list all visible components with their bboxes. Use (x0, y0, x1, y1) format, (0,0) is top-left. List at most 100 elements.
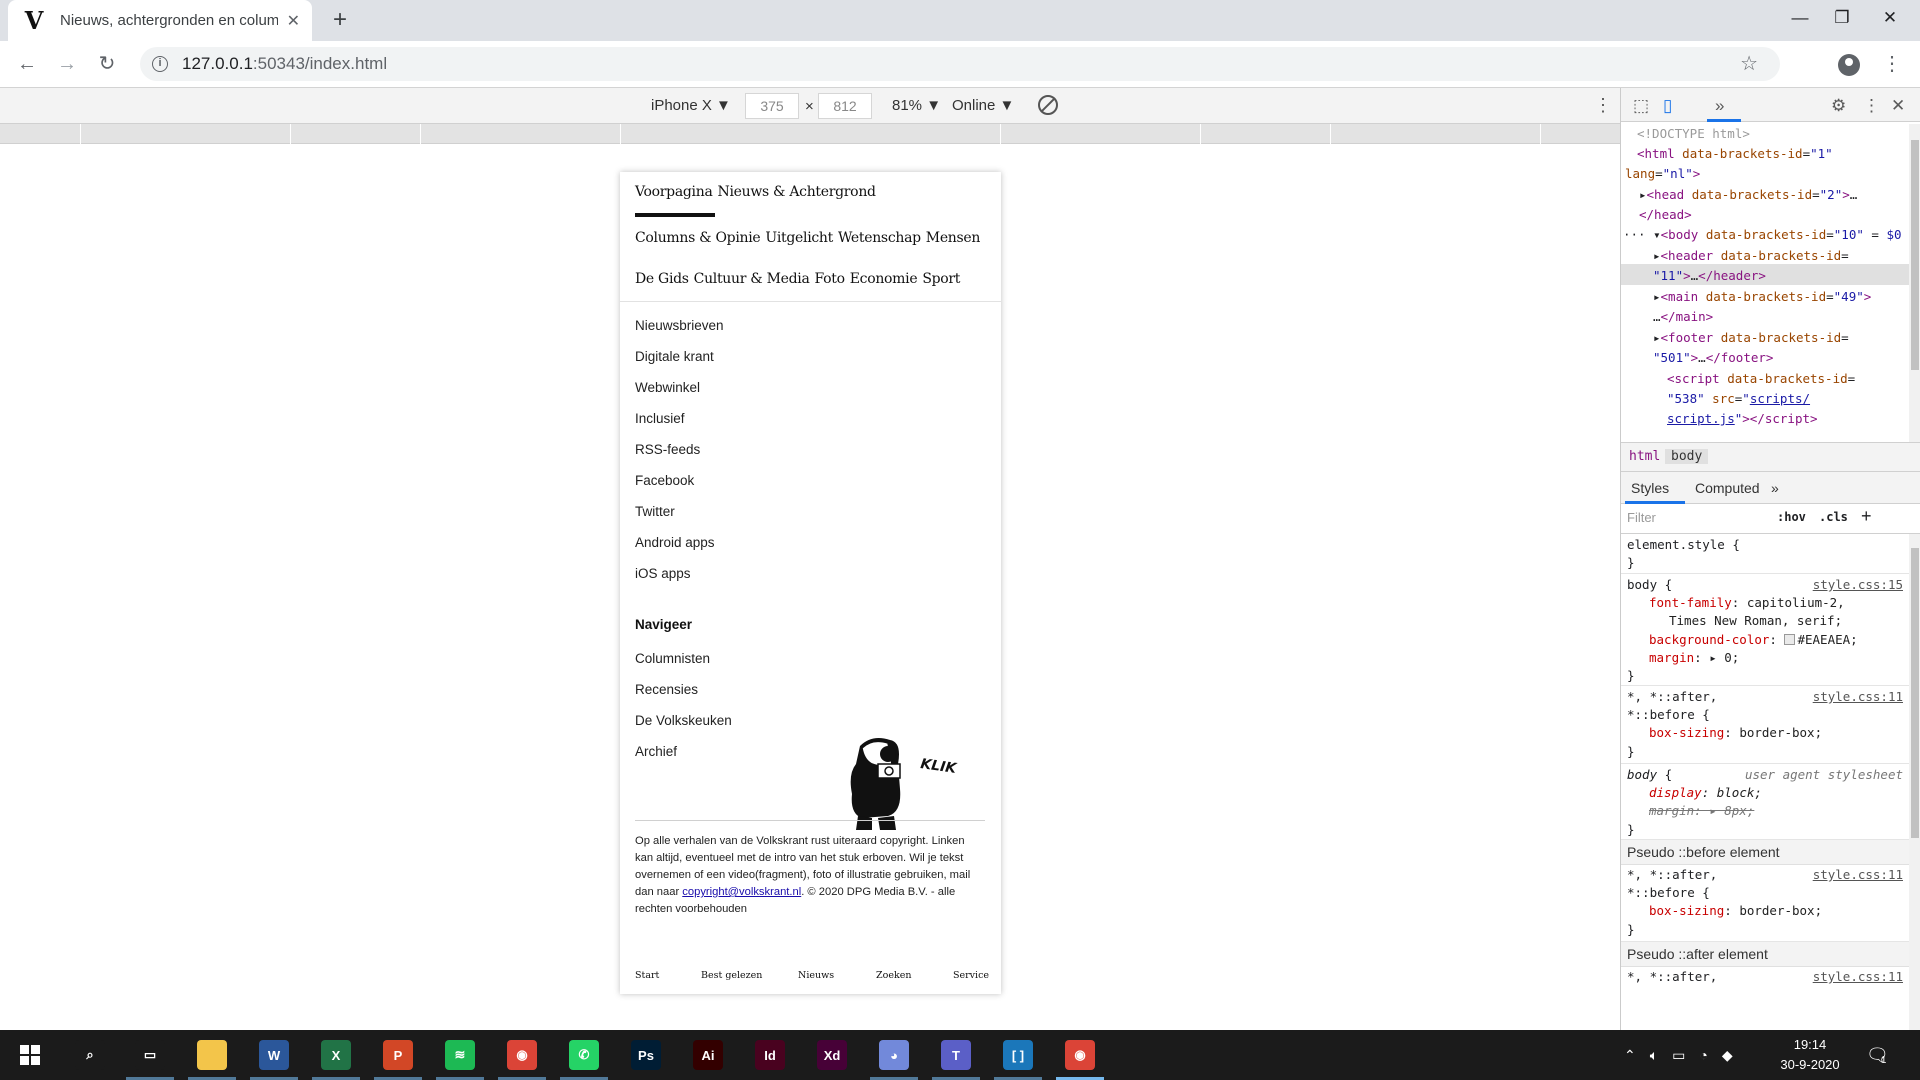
taskbar-clock[interactable]: 19:14 30-9-2020 (1770, 1035, 1850, 1075)
link-de-volkskeuken[interactable]: De Volkskeuken (635, 713, 732, 744)
taskbar-whatsapp-button[interactable]: ✆ (554, 1030, 614, 1080)
taskbar-photoshop-button[interactable]: Ps (616, 1030, 676, 1080)
script-node[interactable]: <script data-brackets-id= (1667, 369, 1855, 390)
device-toolbar-menu-icon[interactable]: ⋮ (1594, 95, 1612, 116)
cls-toggle[interactable]: .cls (1819, 510, 1848, 524)
taskbar-brackets-button[interactable]: [ ] (988, 1030, 1048, 1080)
header-node[interactable]: ▸<header data-brackets-id= (1653, 246, 1849, 267)
wifi-icon[interactable]: ◔ (1699, 1047, 1707, 1063)
bottom-nav-start[interactable]: Start (635, 970, 659, 981)
more-tabs-chevron-icon[interactable]: » (1715, 96, 1724, 116)
pseudo-before-rule[interactable]: *, *::after, style.css:11 *::before { bo… (1621, 864, 1909, 942)
body-node[interactable]: ··· ▾<body data-brackets-id="10" = $0 (1623, 225, 1902, 246)
bottom-nav-zoeken[interactable]: Zoeken (876, 970, 911, 981)
zoom-select[interactable]: 81% ▼ (892, 97, 941, 114)
address-bar[interactable]: i 127.0.0.1:50343/index.html ☆ (140, 47, 1780, 81)
nav-economie[interactable]: Economie (850, 271, 918, 287)
dropbox-icon[interactable]: ◆ (1722, 1047, 1733, 1064)
taskbar-spotify-button[interactable]: ≋ (430, 1030, 490, 1080)
browser-menu-icon[interactable]: ⋮ (1882, 51, 1902, 77)
start-button[interactable] (0, 1030, 60, 1080)
hov-toggle[interactable]: :hov (1777, 510, 1806, 524)
link-nieuwsbrieven[interactable]: Nieuwsbrieven (635, 318, 724, 349)
taskbar-illustrator-button[interactable]: Ai (678, 1030, 738, 1080)
viewport-height-input[interactable]: 812 (818, 93, 872, 119)
device-select[interactable]: iPhone X ▼ (651, 97, 731, 114)
head-node[interactable]: ▸<head data-brackets-id="2">… (1639, 185, 1857, 206)
copyright-email-link[interactable]: copyright@volkskrant.nl (682, 886, 801, 898)
breadcrumb-html[interactable]: html (1623, 449, 1666, 464)
reload-icon[interactable]: ↻ (92, 49, 122, 79)
color-swatch-icon[interactable] (1784, 633, 1796, 645)
media-query-ruler[interactable] (0, 124, 1620, 144)
footer-node[interactable]: ▸<footer data-brackets-id= (1653, 328, 1849, 349)
universal-box-sizing-rule[interactable]: *, *::after, style.css:11 *::before { bo… (1621, 686, 1909, 764)
taskbar-word-button[interactable]: W (244, 1030, 304, 1080)
elements-scrollbar[interactable] (1909, 124, 1920, 442)
nav-uitgelicht[interactable]: Uitgelicht (765, 230, 833, 246)
close-window-button[interactable]: ✕ (1860, 0, 1920, 36)
battery-icon[interactable]: ▭ (1672, 1047, 1685, 1064)
link-twitter[interactable]: Twitter (635, 504, 724, 535)
body-style-rule[interactable]: body { style.css:15 font-family: capitol… (1621, 574, 1909, 686)
back-arrow-icon[interactable]: ← (12, 49, 42, 79)
nav-mensen[interactable]: Mensen (926, 230, 981, 246)
nav-wetenschap[interactable]: Wetenschap (838, 230, 921, 246)
profile-avatar-icon[interactable] (1838, 54, 1860, 76)
link-webwinkel[interactable]: Webwinkel (635, 380, 724, 411)
taskbar-chrome-button[interactable]: ◉ (492, 1030, 552, 1080)
nav-sport[interactable]: Sport (922, 271, 960, 287)
bottom-nav-service[interactable]: Service (953, 970, 989, 981)
new-style-rule-plus-icon[interactable]: + (1861, 506, 1872, 527)
main-node[interactable]: ▸<main data-brackets-id="49"> (1653, 287, 1871, 308)
tray-chevron-icon[interactable]: ⌃ (1624, 1047, 1636, 1064)
breadcrumb-body[interactable]: body (1665, 449, 1709, 464)
new-tab-plus-icon[interactable]: + (326, 6, 354, 34)
settings-gear-icon[interactable]: ⚙ (1831, 96, 1846, 116)
pseudo-after-rule[interactable]: *, *::after, style.css:11 (1621, 966, 1909, 1006)
bottom-nav-nieuws[interactable]: Nieuws (798, 970, 834, 981)
browser-tab[interactable]: V Nieuws, achtergronden en colum ✕ (8, 0, 312, 41)
more-subtabs-chevron-icon[interactable]: » (1771, 480, 1779, 496)
taskbar-discord-button[interactable]: ◕ (864, 1030, 924, 1080)
taskbar-excel-button[interactable]: X (306, 1030, 366, 1080)
link-digitale-krant[interactable]: Digitale krant (635, 349, 724, 380)
forward-arrow-icon[interactable]: → (52, 49, 82, 79)
link-columnisten[interactable]: Columnisten (635, 651, 732, 682)
nav-nieuws-achtergrond[interactable]: Nieuws & Achtergrond (718, 184, 877, 200)
site-info-icon[interactable]: i (152, 56, 168, 72)
nav-columns-opinie[interactable]: Columns & Opinie (635, 230, 761, 246)
taskbar-search-button[interactable]: ⌕ (60, 1030, 120, 1080)
taskbar-task-view-button[interactable]: ▭ (120, 1030, 180, 1080)
link-ios-apps[interactable]: iOS apps (635, 566, 724, 597)
taskbar-powerpoint-button[interactable]: P (368, 1030, 428, 1080)
tab-computed[interactable]: Computed (1695, 480, 1760, 496)
bookmark-star-icon[interactable]: ☆ (1740, 51, 1758, 76)
link-facebook[interactable]: Facebook (635, 473, 724, 504)
inspect-element-icon[interactable]: ⬚ (1633, 96, 1649, 116)
taskbar-teams-button[interactable]: T (926, 1030, 986, 1080)
styles-scrollbar[interactable] (1909, 534, 1920, 1030)
nav-de-gids[interactable]: De Gids (635, 271, 689, 287)
nav-voorpagina[interactable]: Voorpagina (635, 184, 713, 200)
link-inclusief[interactable]: Inclusief (635, 411, 724, 442)
element-style-rule[interactable]: element.style { } (1621, 534, 1909, 574)
taskbar-indesign-button[interactable]: Id (740, 1030, 800, 1080)
taskbar-xd-button[interactable]: Xd (802, 1030, 862, 1080)
notifications-icon[interactable]: 🗨︎ 1 (1866, 1030, 1889, 1080)
link-archief[interactable]: Archief (635, 744, 732, 775)
nav-cultuur-media[interactable]: Cultuur & Media (694, 271, 810, 287)
tab-close-icon[interactable]: ✕ (287, 11, 300, 31)
link-android-apps[interactable]: Android apps (635, 535, 724, 566)
bottom-nav-best-gelezen[interactable]: Best gelezen (701, 970, 762, 981)
rotate-device-icon[interactable] (1038, 95, 1058, 115)
tab-styles[interactable]: Styles (1631, 480, 1669, 496)
link-rss-feeds[interactable]: RSS-feeds (635, 442, 724, 473)
devtools-menu-icon[interactable]: ⋮ (1863, 96, 1880, 116)
throttle-select[interactable]: Online ▼ (952, 97, 1014, 114)
nav-foto[interactable]: Foto (815, 271, 846, 287)
viewport-width-input[interactable]: 375 (745, 93, 799, 119)
taskbar-file-explorer-button[interactable] (182, 1030, 242, 1080)
device-toggle-icon[interactable]: ▯ (1663, 96, 1672, 116)
volume-icon[interactable]: 🔈︎ (1650, 1047, 1658, 1064)
